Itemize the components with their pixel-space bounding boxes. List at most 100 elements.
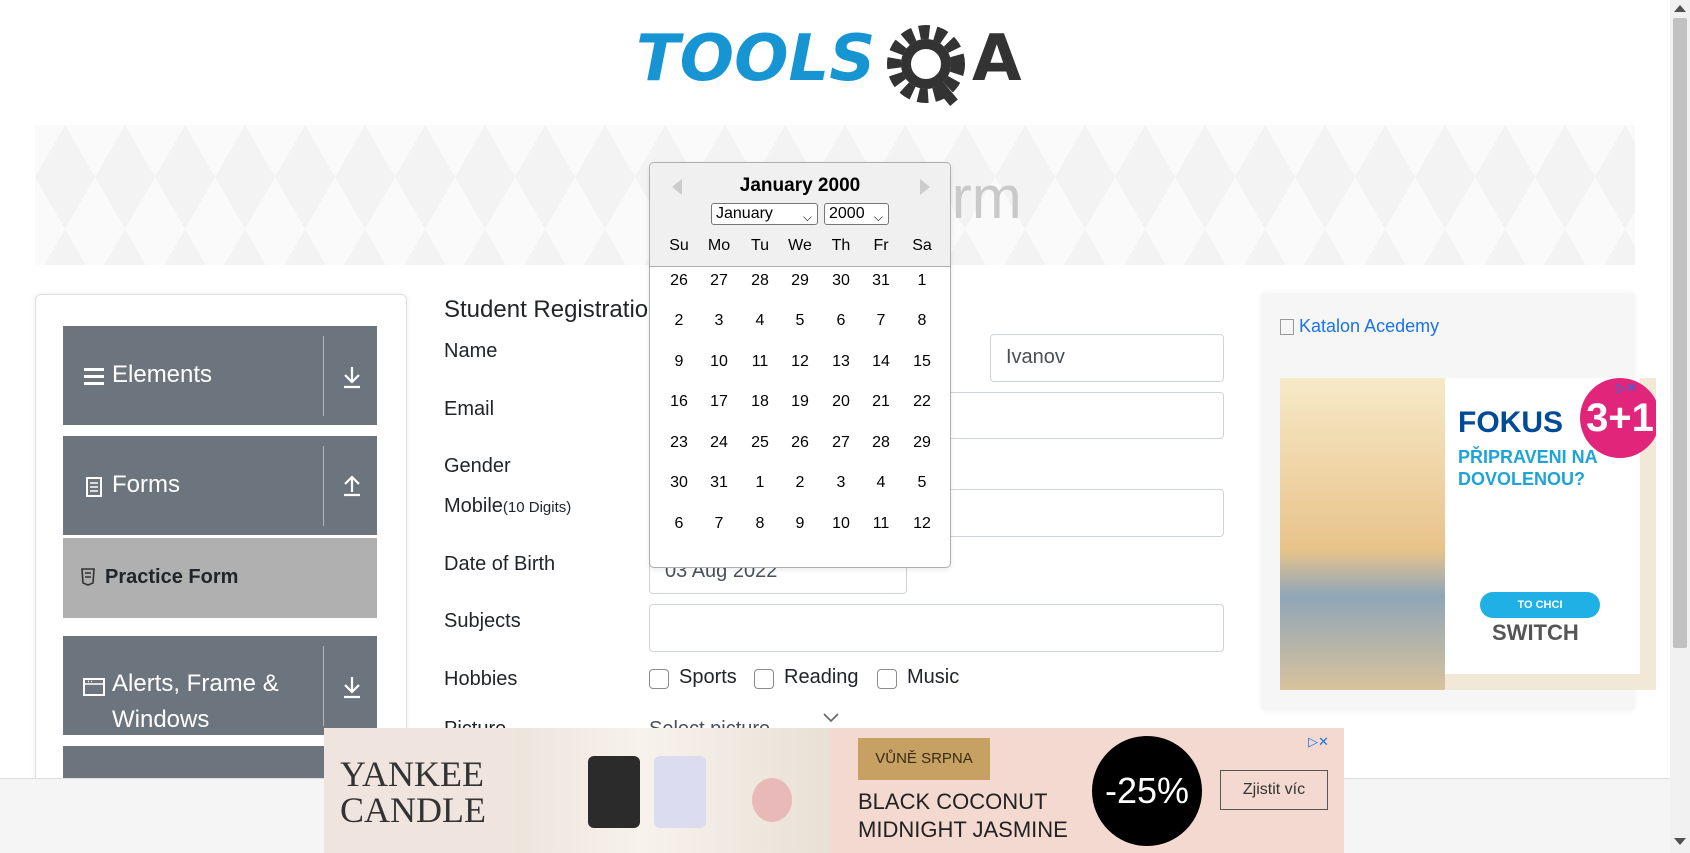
datepicker-day[interactable]: 10 bbox=[699, 348, 739, 376]
datepicker-day[interactable]: 11 bbox=[740, 348, 780, 376]
fokus-ad-banner[interactable]: FOKUS PŘIPRAVENI NA DOVOLENOU? 3+1 TO CH… bbox=[1280, 378, 1656, 690]
datepicker-day[interactable]: 8 bbox=[902, 307, 942, 335]
month-select[interactable]: January ⌵ bbox=[711, 203, 818, 225]
datepicker-day[interactable]: 20 bbox=[821, 388, 861, 416]
divider bbox=[323, 646, 324, 726]
datepicker-day[interactable]: 27 bbox=[699, 267, 739, 295]
hobby-label: Music bbox=[907, 666, 960, 688]
yankee-candle-ad[interactable]: YANKEE CANDLE VŮNĚ SRPNA BLACK COCONUT M… bbox=[324, 728, 1344, 853]
datepicker-day[interactable]: 2 bbox=[659, 307, 699, 335]
datepicker-day[interactable]: 5 bbox=[902, 469, 942, 497]
ad-close-icon[interactable]: ▷✕ bbox=[1308, 734, 1329, 750]
page-root: TOOLS A Practice Form Elements bbox=[0, 0, 1690, 853]
toolsqa-logo[interactable]: TOOLS A bbox=[636, 18, 1038, 114]
datepicker-current-month: January 2000 bbox=[739, 175, 861, 196]
datepicker-day[interactable]: 27 bbox=[821, 429, 861, 457]
datepicker-day[interactable]: 22 bbox=[902, 388, 942, 416]
last-name-input[interactable]: Ivanov bbox=[990, 334, 1224, 382]
datepicker-day[interactable]: 25 bbox=[740, 429, 780, 457]
day-name: Mo bbox=[707, 237, 731, 254]
datepicker-day[interactable]: 12 bbox=[902, 510, 942, 538]
datepicker-day[interactable]: 28 bbox=[740, 267, 780, 295]
datepicker-day[interactable]: 26 bbox=[659, 267, 699, 295]
datepicker-day[interactable]: 15 bbox=[902, 348, 942, 376]
datepicker-day[interactable]: 9 bbox=[659, 348, 699, 376]
sports-checkbox[interactable] bbox=[649, 669, 669, 689]
download-arrow-icon bbox=[344, 677, 360, 699]
datepicker-day[interactable]: 31 bbox=[699, 469, 739, 497]
datepicker-day[interactable]: 28 bbox=[861, 429, 901, 457]
gear-q-icon bbox=[887, 25, 965, 106]
dob-label: Date of Birth bbox=[444, 553, 556, 575]
mobile-label: Mobile(10 Digits) bbox=[444, 495, 571, 518]
sidebar-group-elements[interactable]: Elements bbox=[63, 326, 377, 425]
datepicker-day[interactable]: 8 bbox=[740, 510, 780, 538]
datepicker-day[interactable]: 11 bbox=[861, 510, 901, 538]
datepicker-day[interactable]: 4 bbox=[740, 307, 780, 335]
scroll-down-icon[interactable] bbox=[1674, 838, 1686, 845]
html-icon bbox=[81, 568, 95, 586]
datepicker-day[interactable]: 31 bbox=[861, 267, 901, 295]
sidebar-item-label: Practice Form bbox=[105, 566, 239, 588]
reading-checkbox[interactable] bbox=[754, 669, 774, 689]
datepicker-day[interactable]: 13 bbox=[821, 348, 861, 376]
datepicker-day[interactable]: 24 bbox=[699, 429, 739, 457]
scroll-up-icon[interactable] bbox=[1674, 5, 1686, 12]
datepicker-day[interactable]: 19 bbox=[780, 388, 820, 416]
divider bbox=[323, 336, 324, 416]
katalon-ad-image[interactable]: Katalon Acedemy bbox=[1280, 316, 1439, 337]
subjects-input[interactable] bbox=[649, 604, 1224, 652]
day-name: Su bbox=[669, 237, 689, 254]
datepicker-day[interactable]: 18 bbox=[740, 388, 780, 416]
ad-close-icon[interactable]: ▷✕ bbox=[1616, 380, 1637, 396]
datepicker-day[interactable]: 9 bbox=[780, 510, 820, 538]
next-month-icon[interactable] bbox=[920, 179, 930, 195]
datepicker-day[interactable]: 12 bbox=[780, 348, 820, 376]
scrollbar-thumb[interactable] bbox=[1673, 18, 1687, 648]
datepicker-day[interactable]: 4 bbox=[861, 469, 901, 497]
datepicker-day[interactable]: 21 bbox=[861, 388, 901, 416]
datepicker-day[interactable]: 26 bbox=[780, 429, 820, 457]
datepicker-day[interactable]: 3 bbox=[821, 469, 861, 497]
yankee-product-line2: MIDNIGHT JASMINE bbox=[858, 817, 1068, 842]
sidebar-group-forms[interactable]: Forms bbox=[63, 436, 377, 535]
datepicker-day[interactable]: 3 bbox=[699, 307, 739, 335]
hobby-label: Reading bbox=[784, 666, 859, 688]
mobile-hint: (10 Digits) bbox=[502, 499, 572, 516]
datepicker-day[interactable]: 17 bbox=[699, 388, 739, 416]
datepicker-day[interactable]: 30 bbox=[659, 469, 699, 497]
yankee-cta-button[interactable]: Zjistit víc bbox=[1220, 770, 1328, 810]
datepicker-day[interactable]: 1 bbox=[902, 267, 942, 295]
datepicker-day[interactable]: 6 bbox=[659, 510, 699, 538]
right-advertisement[interactable]: Katalon Acedemy FOKUS PŘIPRAVENI NA DOVO… bbox=[1262, 294, 1656, 710]
day-name: Tu bbox=[750, 237, 770, 254]
datepicker-day[interactable]: 7 bbox=[699, 510, 739, 538]
datepicker-day[interactable]: 5 bbox=[780, 307, 820, 335]
datepicker-day[interactable]: 10 bbox=[821, 510, 861, 538]
upload-arrow-icon bbox=[344, 475, 360, 497]
datepicker-day[interactable]: 23 bbox=[659, 429, 699, 457]
sidebar-group-label: Forms bbox=[112, 471, 180, 498]
sidebar-group-alerts[interactable]: Alerts, Frame & Windows bbox=[63, 636, 377, 735]
hobby-label: Sports bbox=[679, 666, 737, 688]
logo-text-tools: TOOLS bbox=[636, 22, 875, 96]
fokus-cta-button[interactable]: TO CHCI bbox=[1480, 592, 1600, 618]
datepicker-day[interactable]: 30 bbox=[821, 267, 861, 295]
chevron-down-icon: ⌵ bbox=[873, 210, 883, 224]
datepicker-day[interactable]: 16 bbox=[659, 388, 699, 416]
sidebar-item-practice-form[interactable]: Practice Form bbox=[63, 538, 377, 618]
sidebar-group-label: Alerts, Frame & Windows bbox=[112, 670, 279, 733]
datepicker-day[interactable]: 7 bbox=[861, 307, 901, 335]
datepicker-day[interactable]: 1 bbox=[740, 469, 780, 497]
yankee-brand-line1: YANKEE bbox=[340, 754, 484, 794]
datepicker-day[interactable]: 14 bbox=[861, 348, 901, 376]
datepicker-day[interactable]: 6 bbox=[821, 307, 861, 335]
candle-jar bbox=[588, 756, 640, 828]
month-select-value: January bbox=[716, 205, 773, 222]
year-select[interactable]: 2000 ⌵ bbox=[824, 203, 889, 225]
datepicker-day[interactable]: 2 bbox=[780, 469, 820, 497]
music-checkbox[interactable] bbox=[877, 669, 897, 689]
datepicker-day[interactable]: 29 bbox=[780, 267, 820, 295]
broken-image-icon bbox=[1280, 319, 1294, 336]
datepicker-day[interactable]: 29 bbox=[902, 429, 942, 457]
